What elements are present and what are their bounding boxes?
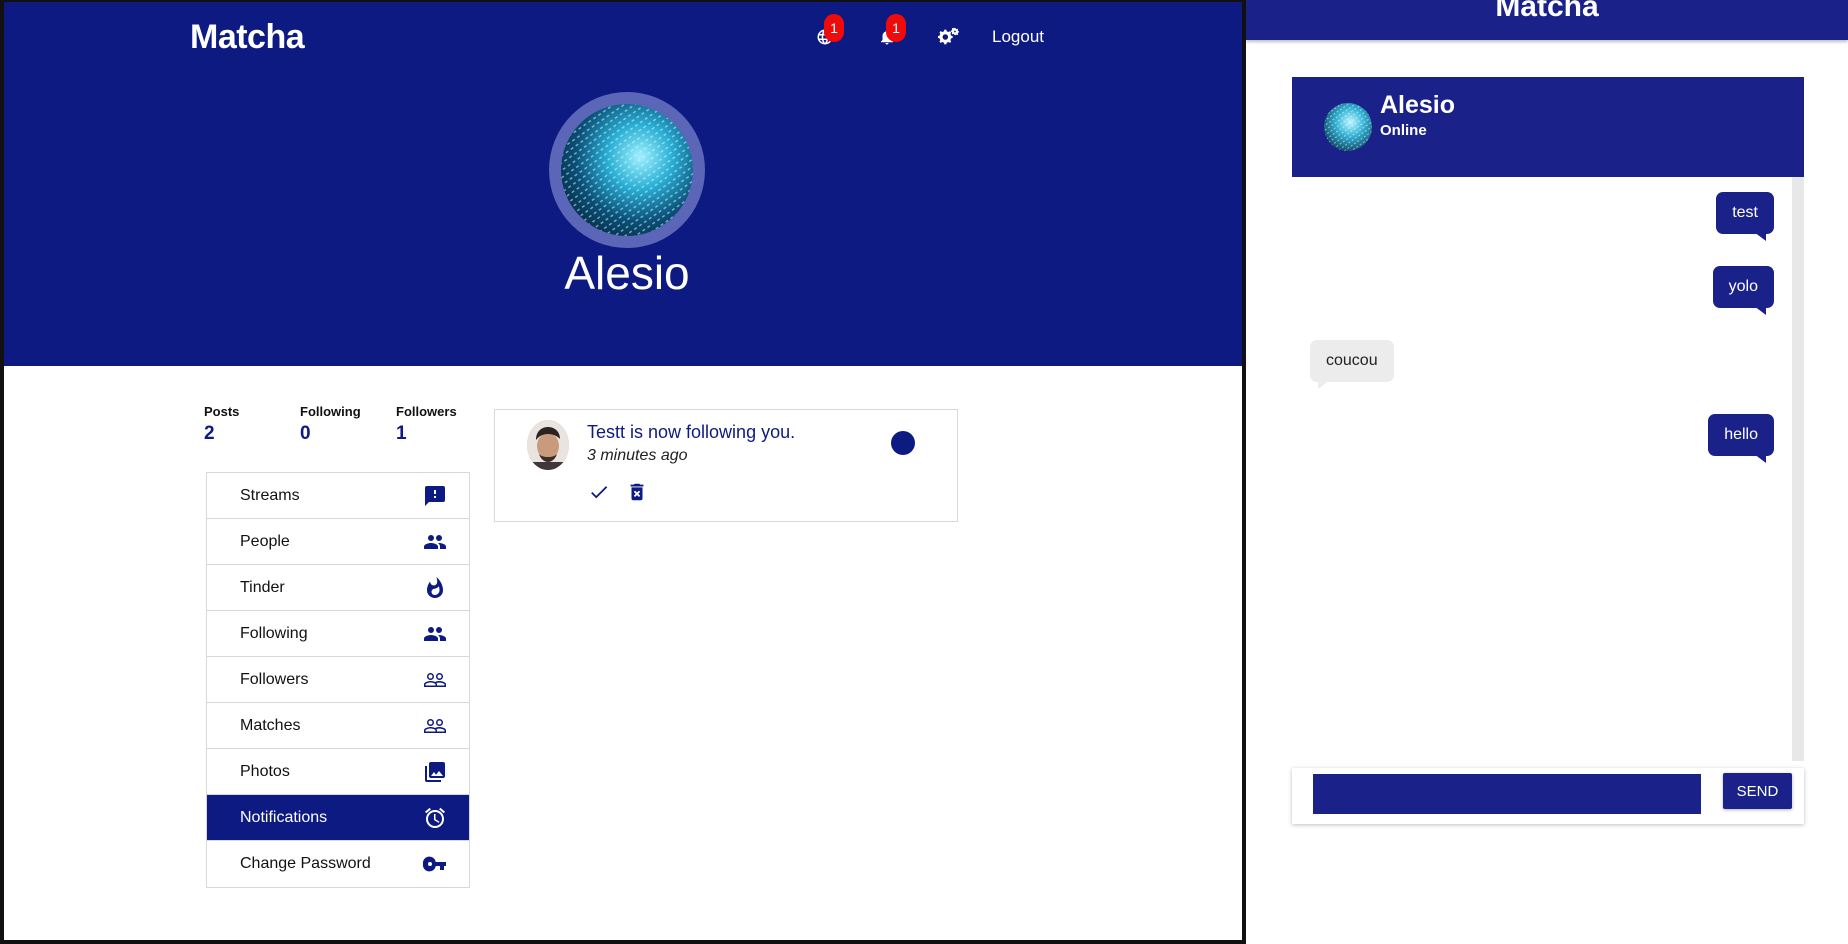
menu-item-label: Streams: [240, 486, 300, 504]
delete-forever-icon: [630, 483, 644, 501]
chat-messages[interactable]: test yolo coucou hello: [1292, 177, 1804, 761]
delete-notification-button[interactable]: [625, 480, 649, 504]
notifications-button[interactable]: 1: [874, 14, 906, 50]
menu-item-label: People: [240, 532, 290, 550]
notification-card: Testt is now following you. 3 minutes ag…: [494, 409, 958, 522]
menu-item-label: Following: [240, 624, 308, 642]
key-icon: [423, 856, 446, 872]
stat-following[interactable]: Following 0: [300, 404, 396, 445]
message-input[interactable]: [1313, 774, 1701, 814]
menu-item-followers[interactable]: Followers: [207, 657, 469, 703]
gears-icon: [938, 27, 959, 45]
menu-item-label: Tinder: [240, 578, 285, 596]
chat-scrollbar[interactable]: [1792, 177, 1804, 761]
stat-posts[interactable]: Posts 2: [204, 404, 300, 445]
stat-followers[interactable]: Followers 1: [396, 404, 492, 445]
notification-time: 3 minutes ago: [587, 447, 688, 464]
message-bubble-outgoing: hello: [1708, 414, 1774, 463]
stat-label: Following: [300, 404, 361, 419]
profile-window: Matcha 1 1 Logout Alesio Posts 2 Followi…: [0, 0, 1246, 944]
flame-icon: [427, 576, 443, 598]
chat-contact-status: Online: [1380, 122, 1427, 139]
menu-item-notifications[interactable]: Notifications: [207, 795, 469, 841]
menu-item-label: Matches: [240, 716, 301, 734]
stat-value: 1: [396, 423, 407, 444]
menu-item-label: Followers: [240, 670, 309, 688]
message-bubble-incoming: coucou: [1310, 340, 1394, 389]
profile-avatar[interactable]: [549, 92, 705, 248]
globe-button[interactable]: 1: [812, 14, 844, 50]
people-icon: [424, 534, 446, 549]
menu-item-change-password[interactable]: Change Password: [207, 841, 469, 887]
top-nav: 1 1 Logout: [776, 14, 1044, 50]
menu-item-label: Notifications: [240, 808, 328, 826]
notification-avatar[interactable]: [527, 420, 569, 470]
stat-value: 2: [204, 423, 215, 444]
chat-window: Matcha Alesio Online test yolo coucou he…: [1246, 0, 1848, 944]
globe-badge: 1: [824, 14, 844, 42]
message-bubble-outgoing: test: [1716, 192, 1774, 241]
people-outline-icon: [424, 672, 446, 687]
chat-contact-name: Alesio: [1380, 91, 1456, 119]
send-button[interactable]: SEND: [1723, 773, 1792, 809]
settings-button[interactable]: [936, 24, 962, 50]
message-bubble-outgoing: yolo: [1712, 266, 1774, 315]
mark-read-button[interactable]: [587, 480, 611, 504]
chat-avatar[interactable]: [1324, 101, 1372, 153]
stat-value: 0: [300, 423, 311, 444]
chat-app-header: Matcha: [1246, 0, 1848, 40]
unread-indicator: [891, 431, 915, 455]
app-logo[interactable]: Matcha: [1246, 0, 1848, 24]
stat-label: Followers: [396, 404, 457, 419]
stat-label: Posts: [204, 404, 240, 419]
people-outline-icon: [424, 718, 446, 733]
menu-item-tinder[interactable]: Tinder: [207, 565, 469, 611]
menu-item-people[interactable]: People: [207, 519, 469, 565]
notification-actions: [587, 480, 649, 504]
logout-link[interactable]: Logout: [992, 27, 1044, 47]
menu-item-label: Photos: [240, 762, 290, 780]
menu-item-photos[interactable]: Photos: [207, 749, 469, 795]
photo-library-icon: [425, 761, 445, 782]
profile-stats: Posts 2 Following 0 Followers 1: [204, 404, 492, 445]
people-icon: [424, 626, 446, 641]
check-icon: [591, 486, 608, 499]
avatar-image: [561, 104, 693, 236]
bell-badge: 1: [886, 14, 906, 42]
alarm-icon: [425, 807, 445, 828]
chat-composer: SEND: [1292, 768, 1804, 824]
profile-name: Alesio: [564, 247, 690, 299]
menu-item-matches[interactable]: Matches: [207, 703, 469, 749]
chat-header: Alesio Online: [1292, 77, 1804, 177]
app-logo[interactable]: Matcha: [190, 18, 305, 57]
feedback-icon: [425, 485, 445, 506]
menu-item-streams[interactable]: Streams: [207, 473, 469, 519]
menu-item-label: Change Password: [240, 855, 371, 872]
menu-item-following[interactable]: Following: [207, 611, 469, 657]
notification-text[interactable]: Testt is now following you.: [587, 422, 795, 443]
profile-header: Matcha 1 1 Logout Alesio: [4, 2, 1242, 366]
profile-menu: Streams People Tinder Following Follower…: [206, 472, 470, 888]
